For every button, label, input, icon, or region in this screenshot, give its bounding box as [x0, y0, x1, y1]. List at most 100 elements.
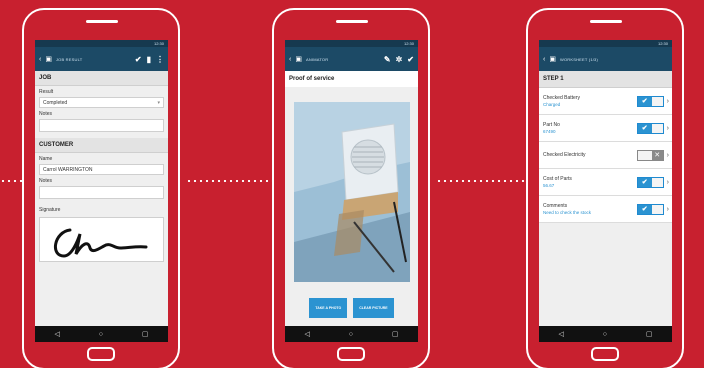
phone-proof-of-service: 12:30 ‹ ▣ ANIMATOR ✎ ✲ ✔ Proof of servic…: [272, 8, 430, 368]
row-value: Need to check the stock: [543, 210, 592, 215]
service-photo: [294, 102, 410, 282]
name-label: Name: [39, 156, 53, 162]
chevron-right-icon[interactable]: ›: [667, 98, 669, 105]
back-arrow-icon[interactable]: ‹: [289, 56, 291, 63]
recents-icon[interactable]: ▢: [646, 330, 653, 338]
gear-icon[interactable]: ✲: [396, 55, 403, 64]
result-value: Completed: [43, 99, 68, 106]
row-value: Charged: [543, 102, 561, 107]
connector-dots-middle: [186, 180, 272, 182]
chevron-right-icon[interactable]: ›: [667, 206, 669, 213]
menu-dots-icon[interactable]: ⋮: [156, 55, 164, 64]
screen: 12:30 ‹ ▣ JOB RESULT ✔ ▮ ⋮ JOB Result Co…: [35, 40, 168, 342]
check-icon[interactable]: ✔: [407, 55, 414, 64]
take-photo-button[interactable]: TAKE A PHOTO: [309, 298, 348, 318]
back-icon[interactable]: ◁: [54, 330, 59, 338]
check-icon: ✔: [637, 123, 652, 133]
row-title: Checked Battery: [543, 95, 580, 101]
cross-toggle[interactable]: ✕: [636, 149, 664, 161]
home-button[interactable]: [337, 347, 365, 361]
back-icon[interactable]: ◁: [304, 330, 309, 338]
row-title: Checked Electricity: [543, 152, 586, 158]
recents-icon[interactable]: ▢: [392, 330, 399, 338]
trash-icon[interactable]: ▮: [147, 55, 151, 64]
clear-picture-button[interactable]: CLEAR PICTURE: [353, 298, 394, 318]
back-arrow-icon[interactable]: ‹: [39, 56, 41, 63]
signature-label: Signature: [39, 207, 61, 213]
speaker: [86, 20, 118, 23]
row-value: 67490: [543, 129, 556, 134]
status-bar: 12:30: [539, 40, 672, 47]
app-title: WORKSHEET (1/3): [559, 56, 599, 62]
app-bar: ‹ ▣ ANIMATOR ✎ ✲ ✔: [285, 47, 418, 71]
step-heading: STEP 1: [539, 71, 672, 88]
section-job: JOB: [35, 71, 168, 86]
name-input[interactable]: Carrol WARRINGTON: [39, 164, 164, 175]
signature-pad[interactable]: [39, 217, 164, 262]
checklist-row[interactable]: Part No 67490 ✔ ›: [539, 115, 672, 142]
calendar-icon: ▣: [549, 55, 556, 63]
chevron-right-icon[interactable]: ›: [667, 152, 669, 159]
checklist-row[interactable]: Checked Electricity ✕ ›: [539, 142, 672, 169]
photo-buttons: TAKE A PHOTO CLEAR PICTURE: [285, 298, 418, 318]
app-bar: ‹ ▣ JOB RESULT ✔ ▮ ⋮: [35, 47, 168, 71]
check-toggle[interactable]: ✔: [636, 176, 664, 188]
notes-label: Notes: [39, 111, 53, 117]
row-title: Cost of Parts: [543, 176, 572, 182]
pencil-icon[interactable]: ✎: [384, 55, 391, 64]
check-icon[interactable]: ✔: [135, 55, 142, 64]
result-label: Result: [39, 89, 54, 95]
signature-drawing: [54, 228, 148, 258]
screen: 12:30 ‹ ▣ ANIMATOR ✎ ✲ ✔ Proof of servic…: [285, 40, 418, 342]
notes-input[interactable]: [39, 119, 164, 132]
check-toggle[interactable]: ✔: [636, 203, 664, 215]
checklist-row[interactable]: Comments Need to check the stock ✔ ›: [539, 196, 672, 223]
air-conditioner-photo: [294, 102, 410, 282]
home-icon[interactable]: ○: [349, 331, 353, 338]
connector-dots-right: [436, 180, 526, 182]
home-icon[interactable]: ○: [99, 331, 103, 338]
check-icon: ✔: [637, 177, 652, 187]
proof-heading: Proof of service: [285, 71, 418, 87]
cross-icon: ✕: [651, 150, 663, 160]
android-nav-bar: ◁ ○ ▢: [285, 326, 418, 342]
row-title: Comments: [543, 203, 568, 209]
check-icon: ✔: [637, 204, 652, 214]
customer-notes-input[interactable]: [39, 186, 164, 199]
status-bar: 12:30: [285, 40, 418, 47]
home-button[interactable]: [591, 347, 619, 361]
speaker: [336, 20, 368, 23]
app-bar: ‹ ▣ WORKSHEET (1/3): [539, 47, 672, 71]
calendar-icon: ▣: [45, 55, 52, 63]
check-toggle[interactable]: ✔: [636, 122, 664, 134]
section-customer: CUSTOMER: [35, 138, 168, 153]
recents-icon[interactable]: ▢: [142, 330, 149, 338]
chevron-right-icon[interactable]: ›: [667, 179, 669, 186]
back-icon[interactable]: ◁: [558, 330, 563, 338]
customer-notes-label: Notes: [39, 178, 53, 184]
check-toggle[interactable]: ✔: [636, 95, 664, 107]
android-nav-bar: ◁ ○ ▢: [539, 326, 672, 342]
chevron-right-icon[interactable]: ›: [667, 125, 669, 132]
row-value: 56.67: [543, 183, 555, 188]
home-icon[interactable]: ○: [603, 331, 607, 338]
home-button[interactable]: [87, 347, 115, 361]
dropdown-arrow-icon: ▾: [157, 99, 160, 106]
result-select[interactable]: Completed ▾: [39, 97, 164, 108]
back-arrow-icon[interactable]: ‹: [543, 56, 545, 63]
speaker: [590, 20, 622, 23]
app-title: JOB RESULT: [55, 56, 83, 62]
app-title: ANIMATOR: [305, 56, 329, 62]
check-icon: ✔: [637, 96, 652, 106]
connector-dots-left: [0, 180, 22, 182]
android-nav-bar: ◁ ○ ▢: [35, 326, 168, 342]
phone-job-result: 12:30 ‹ ▣ JOB RESULT ✔ ▮ ⋮ JOB Result Co…: [22, 8, 180, 368]
screen: 12:30 ‹ ▣ WORKSHEET (1/3) STEP 1 Checked…: [539, 40, 672, 342]
checklist-row[interactable]: Cost of Parts 56.67 ✔ ›: [539, 169, 672, 196]
phone-worksheet: 12:30 ‹ ▣ WORKSHEET (1/3) STEP 1 Checked…: [526, 8, 684, 368]
calendar-icon: ▣: [295, 55, 302, 63]
name-value: Carrol WARRINGTON: [43, 166, 93, 173]
row-title: Part No: [543, 122, 560, 128]
status-bar: 12:30: [35, 40, 168, 47]
checklist-row[interactable]: Checked Battery Charged ✔ ›: [539, 88, 672, 115]
